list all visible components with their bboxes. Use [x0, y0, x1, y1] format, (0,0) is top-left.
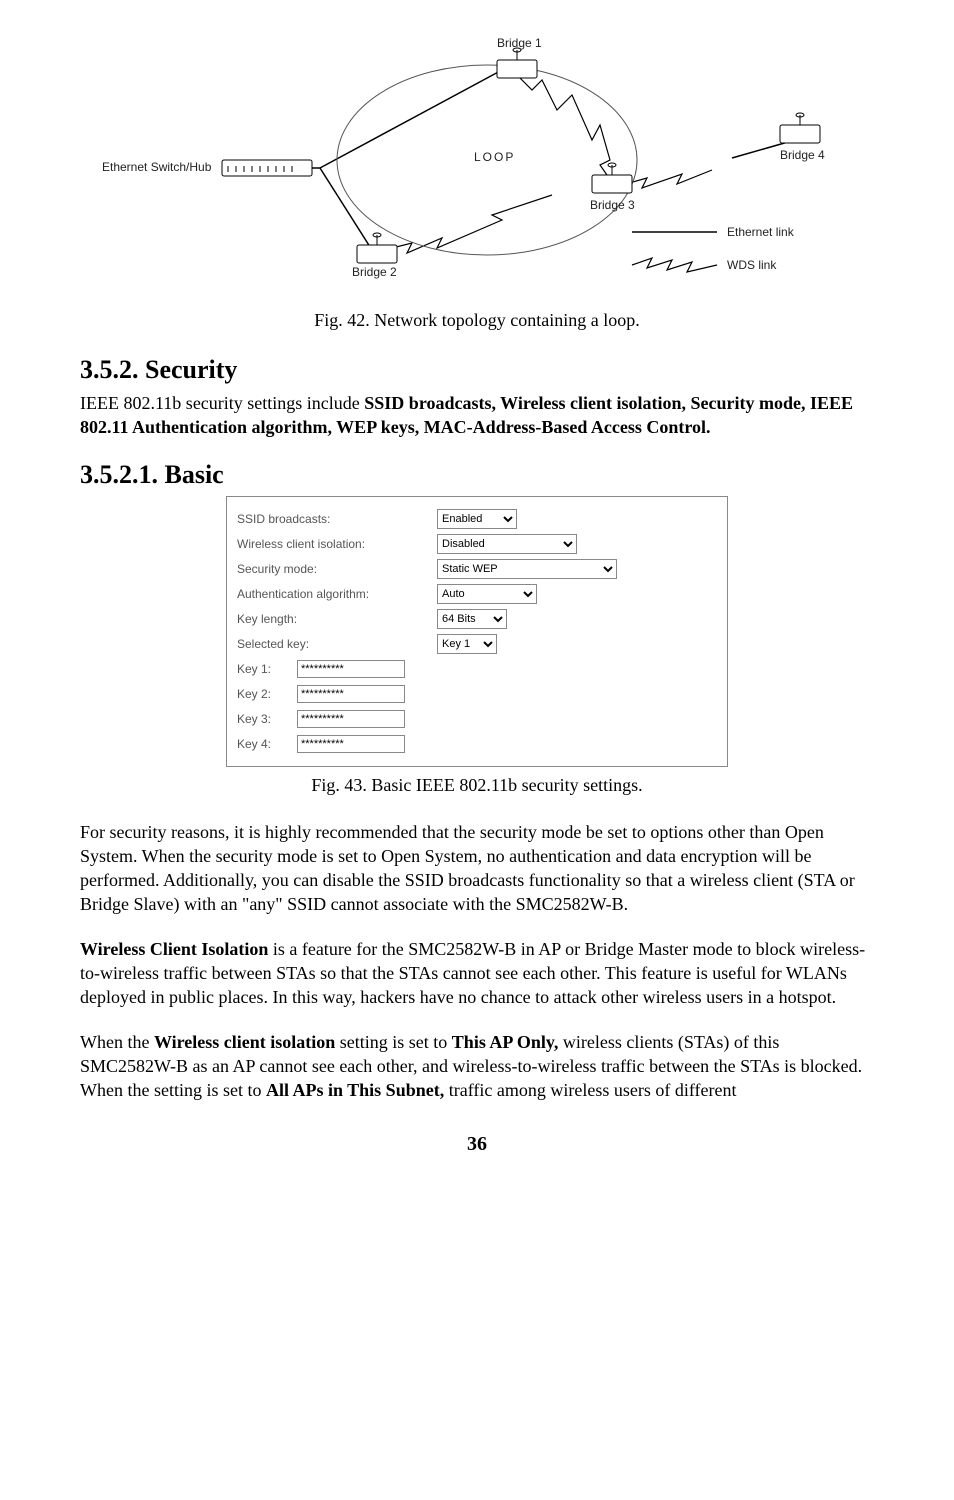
loop-label: LOOP — [474, 150, 515, 164]
section-3-5-2-text: IEEE 802.11b security settings include S… — [80, 391, 874, 440]
auth-algo-select[interactable]: Auto — [437, 584, 537, 604]
key2-input[interactable] — [297, 685, 405, 703]
security-settings-panel: SSID broadcasts: Enabled Wireless client… — [226, 496, 728, 767]
wireless-isolation-label: Wireless client isolation: — [237, 537, 437, 551]
key3-input[interactable] — [297, 710, 405, 728]
key-length-label: Key length: — [237, 612, 437, 626]
ssid-broadcasts-select[interactable]: Enabled — [437, 509, 517, 529]
key3-label: Key 3: — [237, 712, 297, 726]
key1-label: Key 1: — [237, 662, 297, 676]
paragraph-1: For security reasons, it is highly recom… — [80, 820, 874, 917]
wireless-isolation-select[interactable]: Disabled — [437, 534, 577, 554]
security-mode-label: Security mode: — [237, 562, 437, 576]
switch-label: Ethernet Switch/Hub — [102, 160, 211, 174]
selected-key-label: Selected key: — [237, 637, 437, 651]
bridge4-label: Bridge 4 — [780, 148, 825, 162]
fig43-caption: Fig. 43. Basic IEEE 802.11b security set… — [80, 775, 874, 796]
paragraph-2: Wireless Client Isolation is a feature f… — [80, 937, 874, 1010]
key4-label: Key 4: — [237, 737, 297, 751]
section-3-5-2-1-heading: 3.5.2.1. Basic — [80, 460, 874, 490]
key-length-select[interactable]: 64 Bits — [437, 609, 507, 629]
ssid-broadcasts-label: SSID broadcasts: — [237, 512, 437, 526]
bridge2-label: Bridge 2 — [352, 265, 397, 279]
auth-algo-label: Authentication algorithm: — [237, 587, 437, 601]
bridge3-label: Bridge 3 — [590, 198, 635, 212]
topology-diagram: LOOP Bridge 1 Bridge 2 Bridge 3 Bridge 4… — [80, 40, 874, 300]
section-3-5-2-heading: 3.5.2. Security — [80, 355, 874, 385]
bridge1-label: Bridge 1 — [497, 36, 542, 50]
page-number: 36 — [80, 1133, 874, 1156]
selected-key-select[interactable]: Key 1 — [437, 634, 497, 654]
key1-input[interactable] — [297, 660, 405, 678]
key2-label: Key 2: — [237, 687, 297, 701]
wds-link-label: WDS link — [727, 258, 776, 272]
paragraph-3: When the Wireless client isolation setti… — [80, 1030, 874, 1103]
key4-input[interactable] — [297, 735, 405, 753]
security-mode-select[interactable]: Static WEP — [437, 559, 617, 579]
ethernet-link-label: Ethernet link — [727, 225, 794, 239]
fig42-caption: Fig. 42. Network topology containing a l… — [80, 310, 874, 331]
